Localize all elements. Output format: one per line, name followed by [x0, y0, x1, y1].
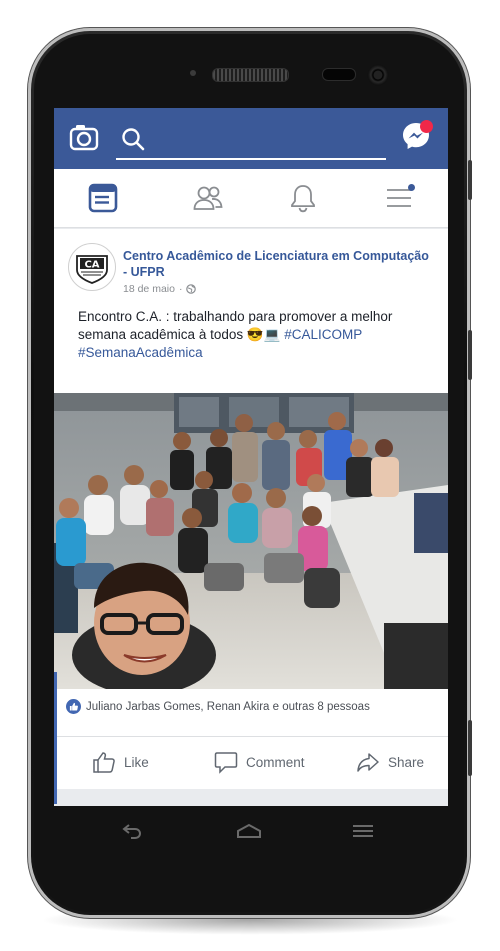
side-button	[468, 720, 472, 776]
home-button[interactable]	[232, 815, 266, 847]
recent-apps-button[interactable]	[348, 815, 378, 847]
tab-menu[interactable]	[350, 169, 448, 227]
notifications-bell-icon	[291, 185, 315, 213]
recent-apps-icon	[353, 825, 373, 837]
earpiece-speaker	[212, 68, 289, 82]
search-input[interactable]	[116, 120, 386, 160]
comment-icon	[214, 752, 238, 774]
search-underline	[116, 158, 386, 160]
tab-news-feed[interactable]	[54, 169, 152, 227]
like-button[interactable]: Like	[92, 745, 149, 779]
search-icon	[120, 126, 146, 152]
share-button[interactable]: Share	[356, 745, 424, 779]
camera-icon[interactable]	[68, 122, 100, 154]
volume-up-button	[468, 160, 472, 200]
hashtag-semana-academica[interactable]: #SemanaAcadêmica	[78, 345, 203, 360]
share-label: Share	[388, 754, 425, 770]
reactions-summary[interactable]: Juliano Jarbas Gomes, Renan Akira e outr…	[66, 699, 370, 714]
globe-icon	[186, 284, 197, 294]
actions-divider	[54, 736, 448, 737]
thumbs-up-icon	[93, 752, 115, 773]
page-name-link[interactable]: Centro Acadêmico de Licenciatura em Comp…	[123, 248, 433, 280]
back-button[interactable]	[117, 815, 147, 847]
svg-text:CA: CA	[84, 260, 99, 271]
like-label: Like	[124, 754, 149, 770]
menu-notification-dot	[408, 184, 415, 191]
reactions-text: Juliano Jarbas Gomes, Renan Akira e outr…	[86, 700, 370, 713]
notification-badge	[420, 120, 433, 133]
tab-friends[interactable]	[159, 169, 257, 227]
hashtag-calicomp[interactable]: #CALICOMP	[284, 327, 362, 342]
comment-button[interactable]: Comment	[214, 745, 305, 779]
feed-post: CA Centro Acadêmico de Licenciatura em C…	[54, 229, 448, 789]
news-feed-icon	[88, 183, 118, 213]
post-date[interactable]: 18 de maio	[123, 283, 175, 295]
light-sensor	[322, 68, 356, 81]
post-meta: 18 de maio ·	[123, 283, 197, 295]
post-accent-bar	[54, 672, 57, 804]
post-photo[interactable]	[54, 393, 448, 689]
page-avatar[interactable]: CA	[68, 243, 116, 291]
home-icon	[237, 823, 261, 838]
like-reaction-icon	[66, 699, 81, 714]
share-icon	[357, 753, 379, 772]
top-bar	[54, 108, 448, 169]
post-text: Encontro C.A. : trabalhando para promove…	[78, 308, 428, 362]
back-icon	[122, 824, 142, 839]
tab-notifications[interactable]	[254, 169, 352, 227]
power-button	[468, 330, 472, 380]
phone-screen: CA Centro Acadêmico de Licenciatura em C…	[54, 108, 448, 806]
comment-label: Comment	[246, 754, 305, 770]
meta-separator: ·	[178, 283, 183, 295]
proximity-sensor	[190, 70, 196, 76]
friends-icon	[193, 186, 223, 210]
tab-bar	[54, 169, 448, 228]
front-camera	[367, 64, 389, 86]
